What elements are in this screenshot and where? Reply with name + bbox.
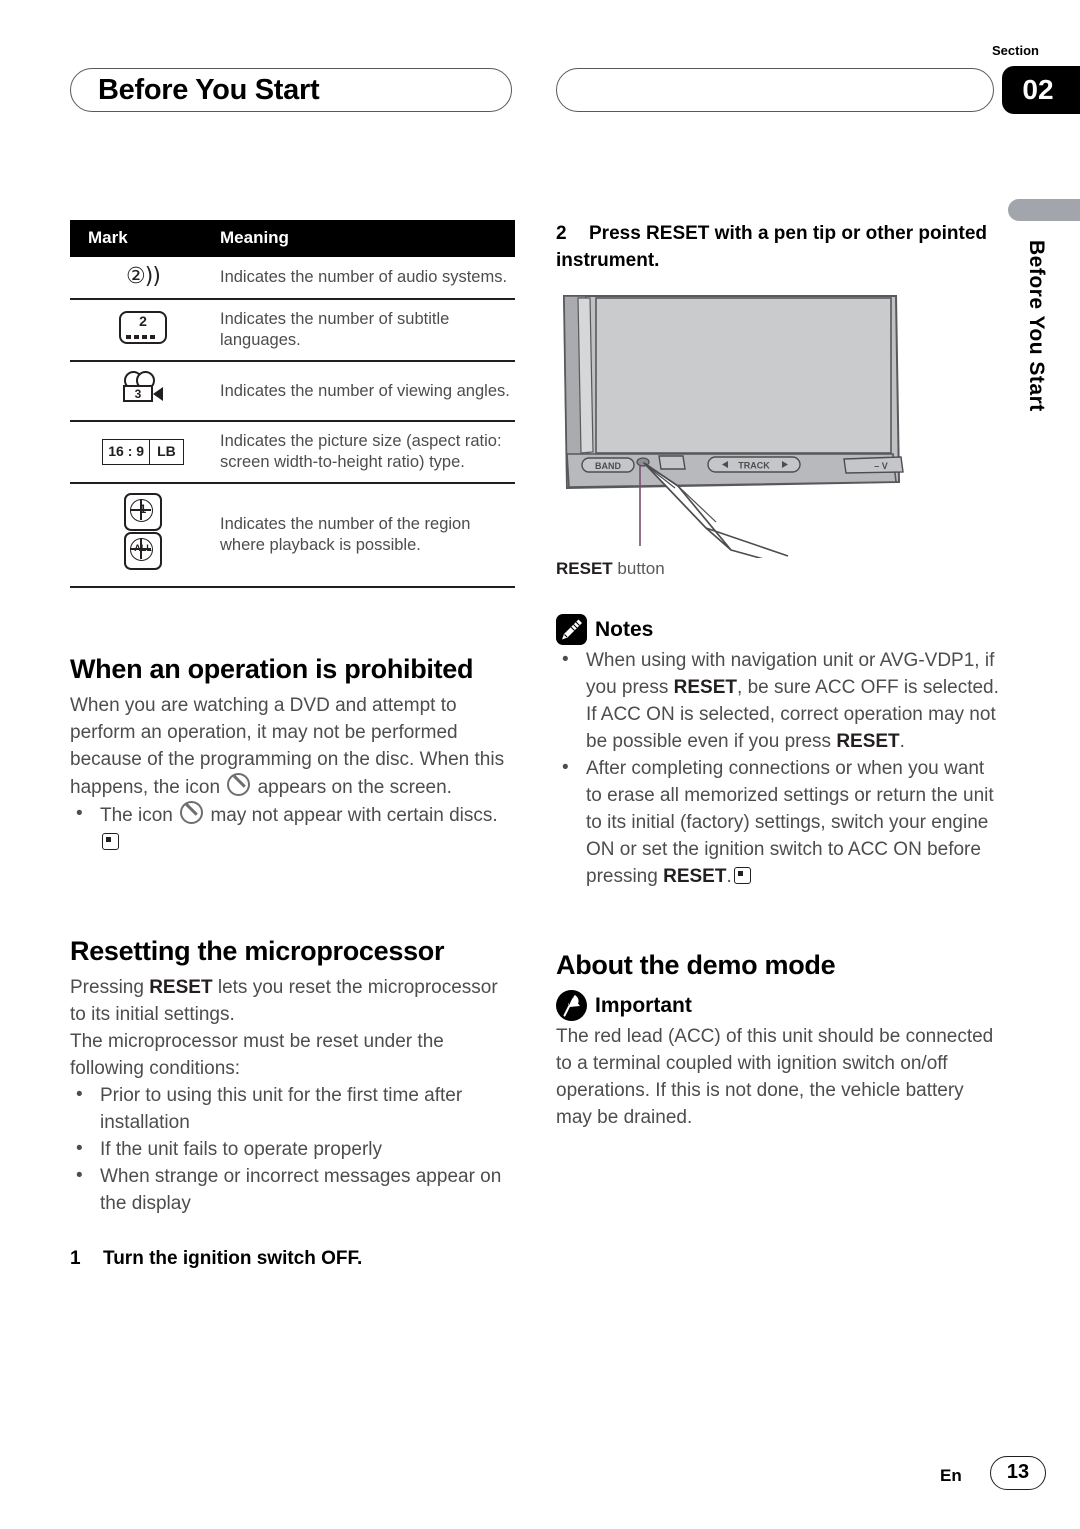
table-row: 3 Indicates the number of viewing angles… [70, 361, 515, 422]
step-1-text: Turn the ignition switch OFF. [103, 1248, 363, 1269]
pencil-icon-glyph [562, 619, 582, 640]
audio-systems-icon: ②)) [126, 264, 161, 289]
paragraph-resetting-2: The microprocessor must be reset under t… [70, 1031, 444, 1079]
pushpin-icon [556, 990, 587, 1021]
heading-demo-mode: About the demo mode [556, 950, 836, 980]
pushpin-icon-glyph [563, 995, 580, 1017]
important-label: Important [595, 993, 692, 1017]
list-item: When using with navigation unit or AVG-V… [556, 646, 1001, 755]
head-unit-illustration: BAND TRACK – V [562, 295, 904, 574]
subtitle-count: 2 [139, 312, 147, 329]
prohibited-icon [180, 801, 204, 824]
notes-list: When using with navigation unit or AVG-V… [556, 646, 1001, 890]
bullet-prohibited-text-a: The icon [100, 805, 173, 826]
angle-count: 3 [123, 385, 153, 402]
prohibited-icon [227, 773, 251, 796]
table-row: 1 ALL Indicates the number of the region… [70, 483, 515, 588]
reset-keyword: RESET [149, 977, 213, 998]
list-item: When strange or incorrect messages appea… [70, 1162, 515, 1217]
notes-header: Notes [556, 614, 1001, 645]
step-1: 1 Turn the ignition switch OFF. [70, 1245, 515, 1272]
region-all: ALL [134, 543, 152, 553]
volume-button-label: – V [874, 461, 888, 471]
list-prohibited-notes: The icon may not appear with certain dis… [70, 800, 515, 856]
figure-caption-rest: button [612, 559, 665, 578]
mark-meaning-table: Mark Meaning ②)) Indicates the number of… [70, 220, 515, 588]
paragraph-resetting-1: Pressing RESET lets you reset the microp… [70, 974, 515, 1028]
subtitle-dots [126, 334, 155, 339]
note-1-bold1: RESET [673, 677, 738, 698]
note-2-part1: After completing connections or when you… [586, 758, 994, 887]
viewing-angles-icon: 3 [119, 371, 167, 405]
section-label: Section [992, 43, 1039, 58]
step-1-number: 1 [70, 1248, 81, 1269]
notes-label: Notes [595, 617, 654, 641]
figure-caption-bold: RESET [556, 559, 613, 578]
note-1-bold2: RESET [836, 731, 900, 752]
table-header: Mark Meaning [70, 220, 515, 257]
mark-cell: 2 [70, 299, 216, 362]
end-of-note-icon [102, 833, 119, 850]
meaning-cell: Indicates the number of subtitle languag… [216, 299, 515, 362]
track-button-label: TRACK [738, 461, 770, 471]
step-2-number: 2 [556, 223, 567, 244]
section-number-badge: 02 [1002, 66, 1080, 114]
step-2: 2 Press RESET with a pen tip or other poi… [556, 220, 1001, 274]
mark-cell: 3 [70, 361, 216, 422]
meaning-cell: Indicates the picture size (aspect ratio… [216, 421, 515, 484]
column-header-meaning: Meaning [216, 220, 515, 257]
note-2-bold1: RESET [663, 866, 727, 887]
reset-button-figure: BAND TRACK – V RESET button [556, 288, 1001, 588]
band-button-label: BAND [595, 461, 621, 471]
footer-page-number: 13 [990, 1456, 1046, 1490]
page-header: Before You Start Section 02 [0, 0, 1080, 130]
bullet-prohibited-text-b: may not appear with certain discs. [210, 805, 498, 826]
paragraph-demo-mode: The red lead (ACC) of this unit should b… [556, 1026, 994, 1128]
paragraph-prohibited: When you are watching a DVD and attempt … [70, 692, 515, 801]
mark-cell: 1 ALL [70, 483, 216, 588]
table-body: ②)) Indicates the number of audio system… [70, 257, 515, 588]
meaning-cell: Indicates the number of viewing angles. [216, 361, 515, 422]
list-item: Prior to using this unit for the first t… [70, 1081, 515, 1136]
important-header: Important [556, 990, 1001, 1021]
table-row: 16 : 9 LB Indicates the picture size (as… [70, 421, 515, 484]
step-2-text: Press RESET with a pen tip or other poin… [556, 223, 987, 271]
aspect-ratio-value: 16 : 9 [103, 440, 151, 464]
list-reset-conditions: Prior to using this unit for the first t… [70, 1081, 515, 1217]
letterbox-value: LB [157, 443, 176, 459]
mark-cell: 16 : 9 LB [70, 421, 216, 484]
region-number: 1 [139, 502, 147, 516]
table-row: ②)) Indicates the number of audio system… [70, 257, 515, 300]
header-empty-pill [556, 68, 994, 112]
region-code-icon: 1 ALL [124, 493, 162, 571]
note-2-part2: . [726, 866, 732, 887]
right-column: 2 Press RESET with a pen tip or other poi… [556, 190, 1001, 1131]
column-header-mark: Mark [70, 220, 216, 257]
pencil-icon [556, 614, 587, 645]
list-item: After completing connections or when you… [556, 754, 1001, 890]
mark-cell: ②)) [70, 257, 216, 300]
meaning-cell: Indicates the number of the region where… [216, 483, 515, 588]
aspect-ratio-icon: 16 : 9 LB [102, 439, 184, 465]
subtitle-languages-icon: 2 [119, 310, 167, 344]
side-tab-label: Before You Start [1025, 240, 1048, 412]
figure-caption: RESET button [556, 559, 1001, 579]
list-item: The icon may not appear with certain dis… [70, 800, 515, 856]
heading-operation-prohibited: When an operation is prohibited [70, 654, 474, 684]
paragraph-prohibited-text-b: appears on the screen. [257, 777, 452, 798]
region-globe-all-icon: ALL [124, 532, 162, 570]
footer-language: En [940, 1466, 962, 1485]
heading-resetting-microprocessor: Resetting the microprocessor [70, 936, 445, 966]
resetting-text-a: Pressing [70, 977, 144, 998]
list-item: If the unit fails to operate properly [70, 1135, 515, 1163]
page-title: Before You Start [98, 74, 320, 106]
left-column: Mark Meaning ②)) Indicates the number of… [70, 190, 515, 1291]
region-globe-number-icon: 1 [124, 493, 162, 531]
end-of-note-icon [733, 867, 751, 884]
meaning-cell: Indicates the number of audio systems. [216, 257, 515, 300]
note-1-part3: . [899, 731, 905, 752]
side-tab-marker [1008, 199, 1080, 221]
table-row: 2 Indicates the number of subtitle langu… [70, 299, 515, 362]
table-header-row: Mark Meaning [70, 220, 515, 257]
